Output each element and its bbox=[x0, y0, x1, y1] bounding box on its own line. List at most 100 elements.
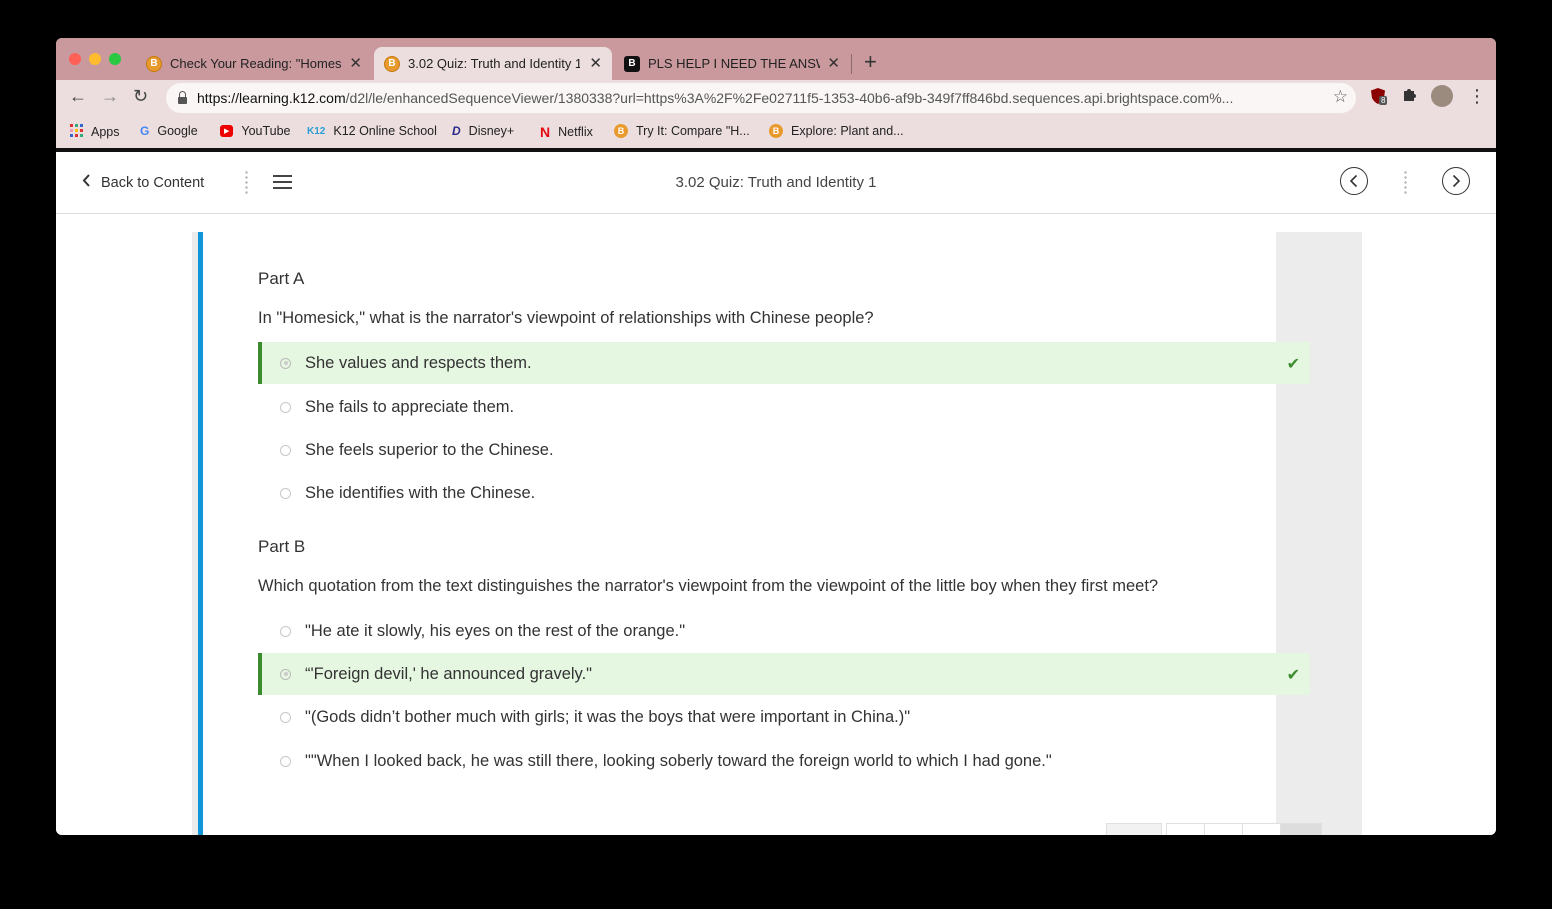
part-b-heading: Part B bbox=[258, 537, 306, 556]
tab-strip: B Check Your Reading: "Homesick" ✕ B 3.0… bbox=[56, 38, 1496, 80]
tab-title: PLS HELP I NEED THE ANSWER bbox=[648, 56, 820, 71]
brainly-favicon-icon: B bbox=[624, 55, 640, 72]
maximize-window-button[interactable] bbox=[109, 53, 121, 65]
close-window-button[interactable] bbox=[69, 53, 81, 65]
url-domain: https://learning.k12.com bbox=[197, 90, 346, 106]
url-path: /d2l/le/enhancedSequenceViewer/1380338?u… bbox=[345, 90, 1234, 106]
apps-grid-icon bbox=[70, 124, 83, 140]
page-title: 3.02 Quiz: Truth and Identity 1 bbox=[675, 174, 877, 191]
tab-close-icon[interactable]: ✕ bbox=[349, 54, 362, 72]
tab-close-icon[interactable]: ✕ bbox=[589, 54, 602, 72]
url-text: https://learning.k12.com/d2l/le/enhanced… bbox=[197, 90, 1317, 106]
google-icon: G bbox=[140, 124, 150, 138]
minimize-window-button[interactable] bbox=[89, 53, 101, 65]
radio-button[interactable] bbox=[280, 487, 291, 499]
bookmark-explore[interactable]: B Explore: Plant and... bbox=[769, 124, 904, 138]
option-text: She feels superior to the Chinese. bbox=[305, 440, 554, 459]
nav-divider bbox=[1404, 170, 1407, 196]
browser-tab-check-reading[interactable]: B Check Your Reading: "Homesick" ✕ bbox=[136, 47, 372, 80]
part-a-option[interactable]: She fails to appreciate them. bbox=[258, 386, 1310, 428]
k12-icon: K12 bbox=[307, 125, 326, 137]
content-area: Part A In "Homesick," what is the narrat… bbox=[56, 214, 1496, 835]
pager-button[interactable] bbox=[1280, 823, 1322, 835]
part-b-question: Which quotation from the text distinguis… bbox=[258, 577, 1159, 595]
part-a-heading: Part A bbox=[258, 269, 305, 288]
bookmark-star-icon[interactable]: ☆ bbox=[1333, 87, 1348, 107]
bookmark-try-it[interactable]: B Try It: Compare "H... bbox=[614, 124, 750, 138]
back-arrow-icon[interactable]: ← bbox=[69, 86, 87, 107]
pager-button[interactable] bbox=[1166, 823, 1206, 835]
tab-close-icon[interactable]: ✕ bbox=[827, 54, 840, 72]
part-b-option[interactable]: "He ate it slowly, his eyes on the rest … bbox=[258, 610, 1310, 652]
bookmark-label: Apps bbox=[91, 125, 120, 139]
part-a-option[interactable]: She identifies with the Chinese. bbox=[258, 472, 1310, 514]
brightspace-icon: B bbox=[614, 124, 628, 138]
option-text: She identifies with the Chinese. bbox=[305, 483, 536, 502]
part-b-option[interactable]: “'Foreign devil,' he announced gravely."… bbox=[258, 653, 1310, 695]
profile-avatar[interactable] bbox=[1431, 85, 1453, 107]
tab-separator bbox=[851, 54, 852, 74]
extensions-puzzle-icon[interactable] bbox=[1401, 87, 1417, 108]
bookmark-k12[interactable]: K12 K12 Online School bbox=[307, 124, 437, 138]
netflix-icon: N bbox=[540, 124, 551, 140]
bookmark-label: K12 Online School bbox=[333, 124, 437, 138]
bookmark-label: Disney+ bbox=[468, 124, 515, 138]
tab-title: Check Your Reading: "Homesick" bbox=[170, 56, 342, 71]
radio-button[interactable] bbox=[280, 444, 291, 456]
checkmark-icon: ✔ bbox=[1286, 667, 1300, 684]
bookmark-label: Explore: Plant and... bbox=[791, 124, 904, 138]
option-text: ""When I looked back, he was still there… bbox=[305, 751, 1052, 770]
youtube-icon: ▶ bbox=[220, 125, 234, 137]
part-a-option[interactable]: She values and respects them. ✔ bbox=[258, 342, 1310, 384]
radio-button[interactable] bbox=[280, 711, 291, 723]
bookmarks-bar: Apps G Google ▶ YouTube K12 K12 Online S… bbox=[56, 116, 1496, 152]
option-text: She fails to appreciate them. bbox=[305, 397, 515, 416]
previous-topic-button[interactable] bbox=[1340, 167, 1368, 195]
part-a-question: In "Homesick," what is the narrator's vi… bbox=[258, 309, 874, 327]
browser-toolbar: ← → ↻ https://learning.k12.com/d2l/le/en… bbox=[56, 80, 1496, 116]
option-text: "He ate it slowly, his eyes on the rest … bbox=[305, 621, 686, 640]
part-b-option[interactable]: ""When I looked back, he was still there… bbox=[258, 740, 1310, 782]
brightspace-favicon-icon: B bbox=[146, 55, 162, 72]
radio-button[interactable] bbox=[280, 625, 291, 637]
bookmark-label: Netflix bbox=[558, 125, 593, 139]
pager-button[interactable] bbox=[1106, 823, 1162, 835]
bookmark-label: Google bbox=[157, 124, 198, 138]
browser-tab-quiz[interactable]: B 3.02 Quiz: Truth and Identity 1 ✕ bbox=[374, 47, 612, 80]
bookmark-netflix[interactable]: N Netflix bbox=[540, 124, 593, 140]
quiz-panel: Part A In "Homesick," what is the narrat… bbox=[192, 232, 1362, 835]
radio-button[interactable] bbox=[280, 357, 291, 369]
ublock-extension-icon[interactable]: 8 bbox=[1370, 87, 1388, 105]
option-text: “'Foreign devil,' he announced gravely." bbox=[305, 664, 593, 683]
bookmark-label: Try It: Compare "H... bbox=[636, 124, 750, 138]
bookmark-google[interactable]: G Google bbox=[140, 124, 198, 138]
browser-menu-icon[interactable]: ⋮ bbox=[1468, 86, 1486, 107]
content-header: Back to Content 3.02 Quiz: Truth and Ide… bbox=[56, 152, 1496, 214]
brightspace-favicon-icon: B bbox=[384, 55, 400, 72]
browser-tab-brainly[interactable]: B PLS HELP I NEED THE ANSWER ✕ bbox=[614, 47, 850, 80]
part-b-option[interactable]: "(Gods didn’t bother much with girls; it… bbox=[258, 696, 1310, 738]
radio-button[interactable] bbox=[280, 401, 291, 413]
brightspace-icon: B bbox=[769, 124, 783, 138]
checkmark-icon: ✔ bbox=[1286, 356, 1300, 373]
bookmark-youtube[interactable]: ▶ YouTube bbox=[220, 124, 291, 138]
bookmark-disney[interactable]: D Disney+ bbox=[452, 124, 514, 138]
disney-icon: D bbox=[452, 124, 461, 138]
pager-button[interactable] bbox=[1204, 823, 1244, 835]
bookmark-label: YouTube bbox=[241, 124, 291, 138]
address-bar[interactable]: https://learning.k12.com/d2l/le/enhanced… bbox=[166, 83, 1356, 113]
option-text: "(Gods didn’t bother much with girls; it… bbox=[305, 707, 911, 726]
part-a-option[interactable]: She feels superior to the Chinese. bbox=[258, 429, 1310, 471]
browser-window: B Check Your Reading: "Homesick" ✕ B 3.0… bbox=[56, 38, 1496, 835]
bookmark-apps[interactable]: Apps bbox=[70, 124, 120, 140]
radio-button[interactable] bbox=[280, 755, 291, 767]
next-topic-button[interactable] bbox=[1442, 167, 1470, 195]
forward-arrow-icon[interactable]: → bbox=[101, 86, 119, 107]
lock-icon bbox=[178, 90, 187, 104]
new-tab-button[interactable]: + bbox=[864, 51, 877, 73]
option-text: She values and respects them. bbox=[305, 353, 532, 372]
reload-icon[interactable]: ↻ bbox=[133, 86, 148, 107]
pager-button[interactable] bbox=[1242, 823, 1282, 835]
radio-button[interactable] bbox=[280, 668, 291, 680]
extension-badge: 8 bbox=[1379, 96, 1388, 105]
